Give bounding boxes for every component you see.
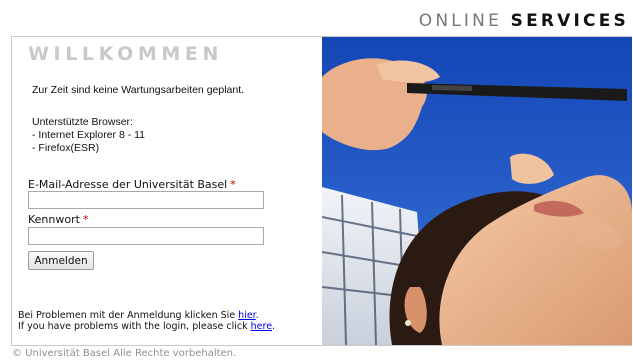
- help-en: If you have problems with the login, ple…: [18, 321, 275, 332]
- email-field[interactable]: [28, 191, 264, 209]
- login-help: Bei Problemen mit der Anmeldung klicken …: [18, 310, 275, 332]
- required-marker: *: [230, 178, 236, 191]
- help-de-text: Bei Problemen mit der Anmeldung klicken …: [18, 310, 239, 321]
- browsers-title: Unterstützte Browser:: [32, 116, 133, 128]
- password-label: Kennwort *: [28, 213, 88, 226]
- browser-item: - Internet Explorer 8 - 11: [32, 129, 146, 141]
- supported-browsers: Unterstützte Browser: - Internet Explore…: [32, 116, 145, 155]
- login-form-area: WILLKOMMEN Zur Zeit sind keine Wartungsa…: [12, 37, 322, 345]
- email-label: E-Mail-Adresse der Universität Basel *: [28, 178, 236, 191]
- hero-photo: [322, 37, 632, 345]
- browser-item: - Firefox(ESR): [32, 142, 100, 154]
- password-label-text: Kennwort: [28, 213, 80, 226]
- help-de-link[interactable]: hier: [238, 310, 256, 321]
- hero-photo-illustration: [322, 37, 632, 345]
- email-label-text: E-Mail-Adresse der Universität Basel: [28, 178, 228, 191]
- site-title-light: ONLINE: [418, 11, 503, 31]
- help-en-link[interactable]: here: [251, 321, 272, 332]
- copyright: © Universität Basel Alle Rechte vorbehal…: [12, 348, 237, 359]
- help-en-text: If you have problems with the login, ple…: [18, 321, 251, 332]
- help-en-end: .: [272, 321, 276, 332]
- site-title-bold: SERVICES: [510, 11, 629, 31]
- login-button[interactable]: Anmelden: [28, 251, 94, 270]
- login-panel: WILLKOMMEN Zur Zeit sind keine Wartungsa…: [11, 36, 632, 346]
- help-de: Bei Problemen mit der Anmeldung klicken …: [18, 310, 275, 321]
- required-marker: *: [82, 213, 89, 226]
- maintenance-notice: Zur Zeit sind keine Wartungsarbeiten gep…: [32, 84, 245, 96]
- site-title: ONLINE SERVICES: [419, 11, 629, 31]
- welcome-heading: WILLKOMMEN: [28, 43, 223, 65]
- help-de-end: .: [255, 310, 259, 321]
- password-field[interactable]: [28, 227, 264, 245]
